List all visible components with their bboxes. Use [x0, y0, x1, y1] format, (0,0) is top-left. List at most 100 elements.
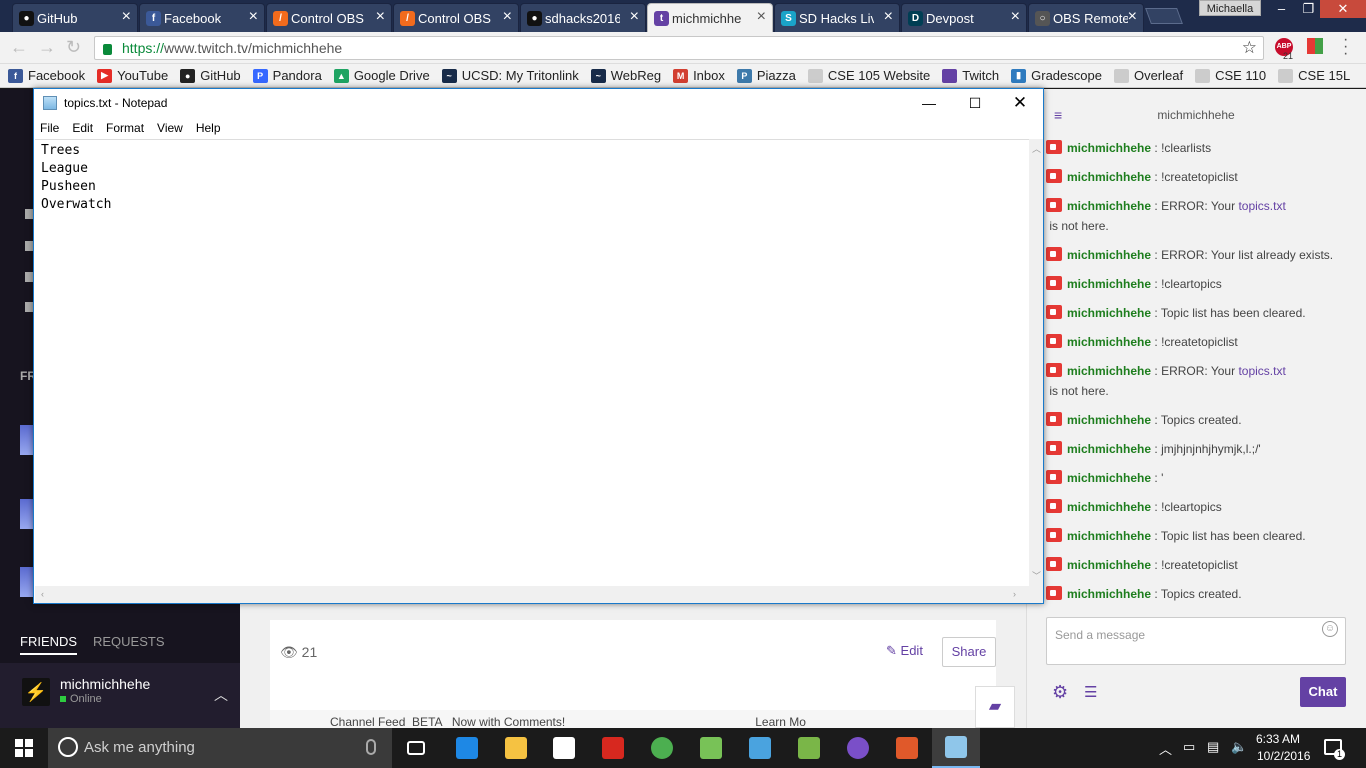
chat-username[interactable]: michmichhehe	[1067, 442, 1151, 456]
emote-icon[interactable]: ☺	[1322, 621, 1338, 637]
close-icon[interactable]: ×	[249, 8, 258, 26]
menu-help[interactable]: Help	[196, 121, 221, 135]
menu-file[interactable]: File	[40, 121, 59, 135]
browser-tab[interactable]: D Devpost ×	[901, 3, 1027, 32]
close-icon[interactable]: ×	[122, 8, 131, 26]
browser-tab[interactable]: ○ OBS Remote ×	[1028, 3, 1144, 32]
vertical-scrollbar[interactable]: ︿ ﹀	[1029, 139, 1043, 586]
resize-grip[interactable]	[1029, 586, 1043, 603]
close-icon[interactable]: ×	[884, 8, 893, 26]
chat-username[interactable]: michmichhehe	[1067, 587, 1151, 601]
gear-icon[interactable]: ⚙	[1052, 682, 1068, 703]
search-input[interactable]: Ask me anything	[48, 728, 392, 768]
close-icon[interactable]: ×	[376, 8, 385, 26]
bookmark-item[interactable]: ● GitHub	[180, 68, 241, 83]
reload-icon[interactable]: ↻	[66, 37, 81, 58]
bookmark-item[interactable]: ~ WebReg	[590, 68, 661, 83]
chat-username[interactable]: michmichhehe	[1067, 558, 1151, 572]
menu-edit[interactable]: Edit	[72, 121, 93, 135]
chrome-menu-icon[interactable]: · · ·	[1343, 32, 1348, 62]
notepad-text-area[interactable]: Trees League Pusheen Overwatch	[35, 139, 1031, 586]
windows-start-icon[interactable]	[15, 739, 33, 757]
url-input[interactable]: https://www.twitch.tv/michmichhehe ☆	[94, 36, 1264, 60]
close-icon[interactable]: ×	[630, 8, 639, 26]
taskbar-app[interactable]	[392, 728, 440, 768]
close-icon[interactable]: ×	[503, 8, 512, 26]
bookmark-item[interactable]: Twitch	[942, 68, 999, 83]
chat-username[interactable]: michmichhehe	[1067, 141, 1151, 155]
chat-username[interactable]: michmichhehe	[1067, 335, 1151, 349]
taskbar-app[interactable]	[834, 728, 882, 768]
taskbar-app[interactable]	[589, 728, 637, 768]
clock-date[interactable]: 10/2/2016	[1257, 749, 1310, 763]
back-icon[interactable]: ←	[10, 37, 28, 58]
viewer-list-icon[interactable]: ☰	[1084, 683, 1097, 701]
chat-username[interactable]: michmichhehe	[1067, 471, 1151, 485]
scroll-left-icon[interactable]: ‹	[41, 589, 44, 599]
chat-username[interactable]: michmichhehe	[1067, 413, 1151, 427]
taskbar-app[interactable]	[932, 728, 980, 768]
new-tab-button[interactable]	[1145, 8, 1183, 24]
bookmark-item[interactable]: CSE 105 Website	[807, 68, 930, 83]
share-button[interactable]: Share	[942, 637, 996, 667]
minimize-icon[interactable]: –	[1268, 0, 1295, 18]
browser-tab[interactable]: S SD Hacks Liv ×	[774, 3, 900, 32]
chat-username[interactable]: michmichhehe	[1067, 277, 1151, 291]
chat-send-button[interactable]: Chat	[1300, 677, 1346, 707]
taskbar-app[interactable]	[638, 728, 686, 768]
forward-icon[interactable]: →	[38, 37, 56, 58]
horizontal-scrollbar[interactable]: ‹ ›	[35, 586, 1029, 603]
taskbar-app[interactable]	[736, 728, 784, 768]
bookmark-item[interactable]: CSE 110	[1195, 68, 1266, 83]
profile-button[interactable]: Michaella	[1199, 0, 1261, 16]
close-icon[interactable]: ×	[757, 8, 766, 26]
network-icon[interactable]: ▤	[1207, 739, 1219, 755]
chat-input[interactable]: Send a message	[1046, 617, 1346, 665]
maximize-icon[interactable]: ☐	[952, 89, 998, 117]
edit-button[interactable]: ✎ Edit	[886, 643, 923, 659]
tab-friends[interactable]: FRIENDS	[20, 634, 78, 655]
power-icon[interactable]: ▭	[1183, 739, 1195, 755]
bookmark-item[interactable]: ▲ Google Drive	[333, 68, 430, 83]
browser-tab[interactable]: ● GitHub ×	[12, 3, 138, 32]
menu-view[interactable]: View	[157, 121, 183, 135]
chat-username[interactable]: michmichhehe	[1067, 364, 1151, 378]
chat-link[interactable]: topics.txt	[1238, 364, 1285, 378]
taskbar-app[interactable]	[443, 728, 491, 768]
close-window-icon[interactable]: ✕	[1320, 0, 1366, 18]
taskbar-app[interactable]	[883, 728, 931, 768]
taskbar-app[interactable]	[687, 728, 735, 768]
chat-username[interactable]: michmichhehe	[1067, 248, 1151, 262]
browser-tab[interactable]: ● sdhacks2016 ×	[520, 3, 646, 32]
maximize-icon[interactable]: ❐	[1295, 0, 1322, 18]
minimize-icon[interactable]: —	[906, 89, 952, 117]
chat-username[interactable]: michmichhehe	[1067, 199, 1151, 213]
chevron-up-icon[interactable]: ︿	[1159, 739, 1172, 758]
bookmark-item[interactable]: Overleaf	[1113, 68, 1183, 83]
friend-row[interactable]: ⚡ michmichhehe Online ︿	[0, 663, 240, 728]
volume-icon[interactable]: 🔈	[1231, 739, 1247, 755]
bookmark-item[interactable]: ~ UCSD: My Tritonlink	[441, 68, 579, 83]
bookmark-item[interactable]: ▮ Gradescope	[1011, 68, 1102, 83]
bookmark-item[interactable]: P Piazza	[736, 68, 796, 83]
notepad-titlebar[interactable]: topics.txt - Notepad — ☐ ✕	[34, 89, 1043, 117]
clock-time[interactable]: 6:33 AM	[1256, 732, 1300, 746]
chevron-up-icon[interactable]: ︿	[214, 685, 228, 705]
channel-feed-row[interactable]: Channel Feed BETA Now with Comments! Lea…	[270, 710, 996, 728]
taskbar-app[interactable]	[540, 728, 588, 768]
taskbar-app[interactable]	[492, 728, 540, 768]
browser-tab-active[interactable]: t michmichhe ×	[647, 3, 773, 32]
menu-format[interactable]: Format	[106, 121, 144, 135]
chat-username[interactable]: michmichhehe	[1067, 306, 1151, 320]
chat-username[interactable]: michmichhehe	[1067, 529, 1151, 543]
scroll-up-icon[interactable]: ︿	[1032, 142, 1041, 155]
browser-tab[interactable]: / Control OBS ×	[393, 3, 519, 32]
star-icon[interactable]: ☆	[1242, 38, 1257, 58]
chat-username[interactable]: michmichhehe	[1067, 170, 1151, 184]
tab-requests[interactable]: REQUESTS	[93, 634, 165, 649]
bookmark-item[interactable]: CSE 15L	[1278, 68, 1350, 83]
browser-tab[interactable]: f Facebook ×	[139, 3, 265, 32]
taskbar-app[interactable]	[785, 728, 833, 768]
microphone-icon[interactable]	[366, 739, 376, 755]
bookmark-item[interactable]: ▶ YouTube	[97, 68, 168, 83]
